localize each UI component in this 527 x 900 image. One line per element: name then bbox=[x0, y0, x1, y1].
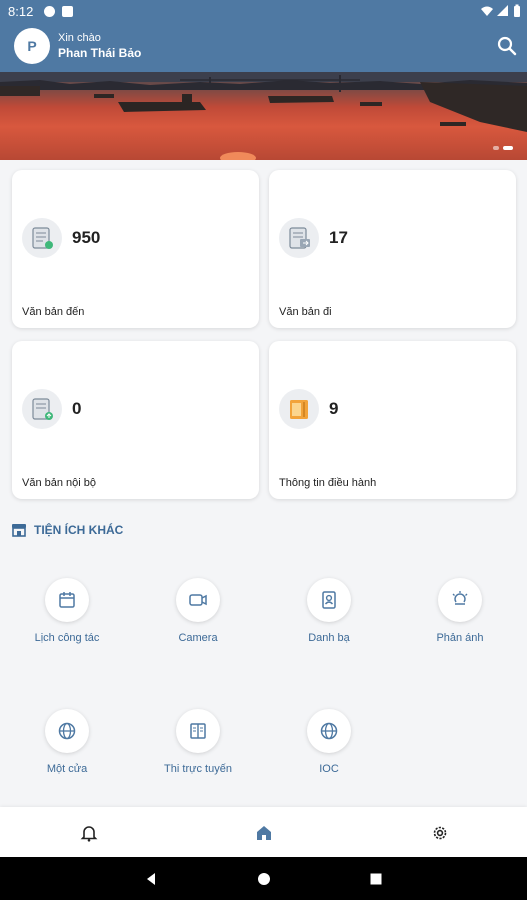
utility-label: Một cửa bbox=[46, 763, 88, 775]
calendar-icon bbox=[45, 578, 89, 622]
utility-contacts[interactable]: Danh bạ bbox=[274, 578, 384, 658]
utility-label: Danh bạ bbox=[308, 632, 350, 644]
banner-pager bbox=[493, 146, 513, 150]
home-icon[interactable] bbox=[253, 822, 275, 844]
avatar[interactable]: P bbox=[14, 28, 50, 64]
banner-illustration bbox=[0, 72, 527, 160]
utility-camera[interactable]: Camera bbox=[143, 578, 253, 658]
stat-value: 950 bbox=[72, 228, 101, 247]
briefing-folder-icon bbox=[279, 389, 319, 429]
utility-label: Phản ánh bbox=[436, 632, 484, 644]
internal-document-icon bbox=[22, 389, 62, 429]
greeting-text: Xin chào bbox=[58, 32, 101, 44]
feedback-bulb-icon bbox=[438, 578, 482, 622]
status-time: 8:12 bbox=[8, 4, 34, 19]
stat-label: Văn bản đến bbox=[22, 306, 85, 318]
status-bar: 8:12 bbox=[0, 0, 527, 22]
exam-book-icon bbox=[176, 709, 220, 753]
banner-image[interactable] bbox=[0, 72, 527, 160]
app-header: 8:12 P Xin chào Phan Thái Bảo bbox=[0, 0, 527, 72]
battery-icon bbox=[514, 4, 520, 17]
utility-label: Thi trực tuyến bbox=[164, 763, 232, 775]
section-header: TIỆN ÍCH KHÁC bbox=[10, 520, 123, 540]
bottom-nav bbox=[0, 807, 527, 857]
stat-label: Thông tin điều hành bbox=[279, 477, 377, 489]
utility-label: Camera bbox=[178, 632, 218, 644]
outgoing-document-icon bbox=[279, 218, 319, 258]
contact-book-icon bbox=[307, 578, 351, 622]
stat-label: Văn bản nội bộ bbox=[22, 477, 97, 489]
utility-online-exam[interactable]: Thi trực tuyến bbox=[143, 709, 253, 789]
stat-card-briefing[interactable]: 9 Thông tin điều hành bbox=[269, 341, 516, 499]
utility-ioc[interactable]: IOC bbox=[274, 709, 384, 789]
stat-card-internal[interactable]: 0 Văn bản nội bộ bbox=[12, 341, 259, 499]
wifi-icon bbox=[481, 6, 493, 16]
search-icon[interactable] bbox=[496, 35, 518, 57]
back-icon[interactable] bbox=[141, 869, 161, 889]
utility-feedback[interactable]: Phản ánh bbox=[405, 578, 515, 658]
bell-icon[interactable] bbox=[78, 822, 100, 844]
home-circle-icon[interactable] bbox=[254, 869, 274, 889]
gear-icon[interactable] bbox=[429, 822, 451, 844]
stat-card-outgoing[interactable]: 17 Văn bản đi bbox=[269, 170, 516, 328]
stat-value: 9 bbox=[329, 399, 339, 418]
stat-value: 0 bbox=[72, 399, 82, 418]
incoming-document-icon bbox=[22, 218, 62, 258]
stat-card-incoming[interactable]: 950 Văn bản đến bbox=[12, 170, 259, 328]
system-nav-bar bbox=[0, 857, 527, 900]
signal-icon bbox=[497, 5, 508, 16]
stat-label: Văn bản đi bbox=[279, 306, 332, 318]
user-name: Phan Thái Bảo bbox=[58, 46, 142, 60]
stat-value: 17 bbox=[329, 228, 348, 247]
globe-icon bbox=[45, 709, 89, 753]
utility-label: Lịch công tác bbox=[34, 632, 100, 644]
recents-icon[interactable] bbox=[366, 869, 386, 889]
utility-label: IOC bbox=[319, 763, 339, 775]
notification-icon bbox=[62, 6, 73, 17]
pager-dot-active bbox=[503, 146, 513, 150]
utility-work-schedule[interactable]: Lịch công tác bbox=[12, 578, 122, 658]
store-icon bbox=[12, 524, 26, 537]
globe-icon bbox=[307, 709, 351, 753]
notification-icon bbox=[44, 6, 55, 17]
pager-dot bbox=[493, 146, 499, 150]
video-camera-icon bbox=[176, 578, 220, 622]
utility-one-stop[interactable]: Một cửa bbox=[12, 709, 122, 789]
section-title: TIỆN ÍCH KHÁC bbox=[34, 523, 124, 537]
